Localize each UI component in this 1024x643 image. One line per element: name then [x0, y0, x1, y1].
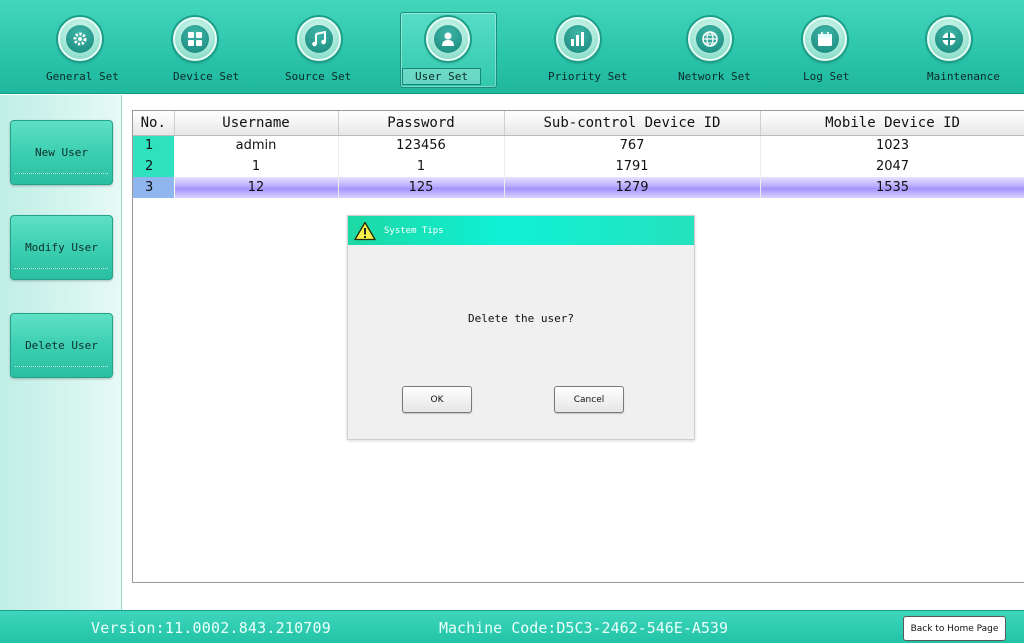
- button-label: Modify User: [25, 241, 98, 254]
- tab-label: Device Set: [173, 70, 240, 83]
- status-bar: Version:11.0002.843.210709 Machine Code:…: [0, 610, 1024, 643]
- row-number: 3: [133, 177, 175, 198]
- calendar-icon: [803, 17, 847, 61]
- tab-label: User Set: [402, 68, 481, 85]
- music-note-icon: [297, 17, 341, 61]
- button-decoration: [15, 168, 108, 174]
- tab-user-set[interactable]: User Set: [400, 0, 497, 94]
- tab-label: Maintenance: [927, 70, 1000, 83]
- cell-sub-control-id: 1791: [504, 156, 761, 177]
- button-label: New User: [35, 146, 88, 159]
- tab-label: Priority Set: [548, 70, 628, 83]
- cell-username: 12: [174, 177, 339, 198]
- delete-user-button[interactable]: Delete User: [10, 313, 113, 378]
- button-decoration: [15, 263, 108, 269]
- cell-mobile-id: 1023: [760, 135, 1024, 156]
- warning-icon: [354, 221, 376, 240]
- tab-label: Network Set: [678, 70, 751, 83]
- tab-device-set[interactable]: Device Set: [165, 0, 239, 94]
- cell-password: 123456: [338, 135, 505, 156]
- cell-password: 1: [338, 156, 505, 177]
- back-to-home-button[interactable]: Back to Home Page: [903, 616, 1006, 641]
- tab-network-set[interactable]: Network Set: [672, 0, 762, 94]
- version-text: Version:11.0002.843.210709: [91, 619, 331, 637]
- tab-maintenance[interactable]: Maintenance: [915, 0, 1015, 94]
- globe-icon: [688, 17, 732, 61]
- table-header-row: No. Username Password Sub-control Device…: [133, 111, 1024, 136]
- modify-user-button[interactable]: Modify User: [10, 215, 113, 280]
- column-header-no[interactable]: No.: [133, 111, 175, 136]
- dialog-message: Delete the user?: [468, 312, 574, 325]
- tab-source-set[interactable]: Source Set: [283, 0, 363, 94]
- cell-mobile-id: 1535: [760, 177, 1024, 198]
- user-icon: [426, 17, 470, 61]
- cell-sub-control-id: 767: [504, 135, 761, 156]
- button-decoration: [15, 361, 108, 367]
- grid-icon: [173, 17, 217, 61]
- row-number: 2: [133, 156, 175, 177]
- tab-priority-set[interactable]: Priority Set: [540, 0, 640, 94]
- tab-label: Source Set: [285, 70, 352, 83]
- shield-icon: [927, 17, 971, 61]
- cell-username: admin: [174, 135, 339, 156]
- cancel-button[interactable]: Cancel: [554, 386, 624, 413]
- cell-mobile-id: 2047: [760, 156, 1024, 177]
- column-header-sub-control-id[interactable]: Sub-control Device ID: [504, 111, 761, 136]
- table-row[interactable]: 1 admin 123456 767 1023: [133, 135, 1024, 156]
- tab-label: General Set: [46, 70, 119, 83]
- cell-username: 1: [174, 156, 339, 177]
- column-header-mobile-id[interactable]: Mobile Device ID: [760, 111, 1024, 136]
- top-toolbar: General Set Device Set Source Set User S…: [0, 0, 1024, 94]
- tab-label: Log Set: [803, 70, 850, 83]
- button-label: Delete User: [25, 339, 98, 352]
- table-row[interactable]: 2 1 1 1791 2047: [133, 156, 1024, 177]
- machine-code-text: Machine Code:D5C3-2462-546E-A539: [439, 619, 728, 637]
- dialog-title: System Tips: [384, 225, 444, 236]
- table-row-selected[interactable]: 3 12 125 1279 1535: [133, 177, 1024, 198]
- tab-log-set[interactable]: Log Set: [795, 0, 865, 94]
- dialog-title-bar[interactable]: System Tips: [348, 216, 694, 245]
- confirm-delete-dialog: System Tips Delete the user? OK Cancel: [347, 215, 695, 440]
- left-sidebar: New User Modify User Delete User: [0, 95, 122, 610]
- ok-button[interactable]: OK: [402, 386, 472, 413]
- bar-chart-icon: [556, 17, 600, 61]
- tab-general-set[interactable]: General Set: [40, 0, 120, 94]
- column-header-username[interactable]: Username: [174, 111, 339, 136]
- cell-sub-control-id: 1279: [504, 177, 761, 198]
- column-header-password[interactable]: Password: [338, 111, 505, 136]
- row-number: 1: [133, 135, 175, 156]
- new-user-button[interactable]: New User: [10, 120, 113, 185]
- cell-password: 125: [338, 177, 505, 198]
- gear-icon: [58, 17, 102, 61]
